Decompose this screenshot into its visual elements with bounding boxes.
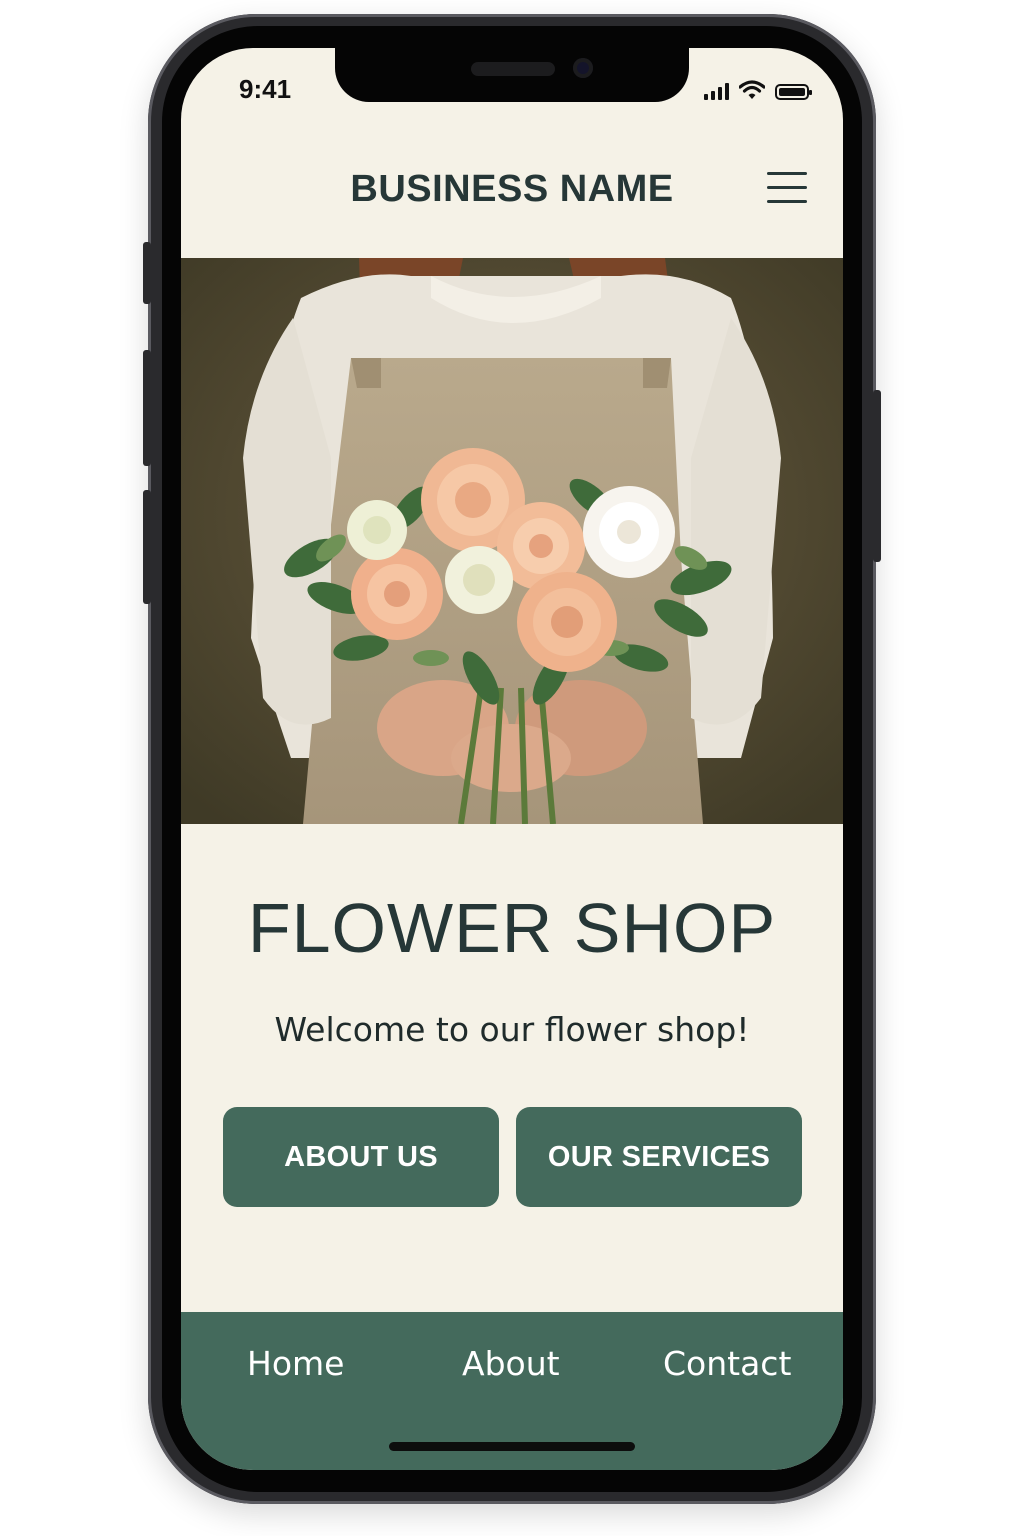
status-time: 9:41 — [239, 74, 292, 104]
front-camera — [573, 58, 593, 78]
business-name: BUSINESS NAME — [350, 168, 674, 210]
site-header: BUSINESS NAME — [181, 148, 843, 258]
home-indicator[interactable] — [389, 1442, 635, 1451]
page-title: FLOWER SHOP — [247, 889, 777, 967]
silent-switch — [143, 242, 151, 304]
notch — [335, 48, 689, 102]
about-us-button[interactable]: ABOUT US — [223, 1107, 499, 1207]
phone-screen: 9:41 BUSINESS NAME FLOWER SHOP Welcome t… — [181, 48, 843, 1470]
hamburger-menu-icon[interactable] — [767, 172, 807, 206]
nav-contact[interactable]: Contact — [663, 1344, 791, 1383]
wifi-icon — [739, 80, 765, 99]
signal-icon — [704, 82, 729, 100]
power-button — [873, 390, 881, 562]
battery-icon — [775, 84, 812, 100]
volume-down-button — [143, 490, 151, 604]
our-services-button[interactable]: OUR SERVICES — [516, 1107, 802, 1207]
welcome-text: Welcome to our flower shop! — [274, 1010, 750, 1049]
hero-image — [181, 258, 843, 824]
nav-home[interactable]: Home — [247, 1344, 344, 1383]
nav-about[interactable]: About — [462, 1344, 560, 1383]
volume-up-button — [143, 350, 151, 466]
speaker — [471, 62, 555, 76]
status-icons — [704, 80, 812, 100]
